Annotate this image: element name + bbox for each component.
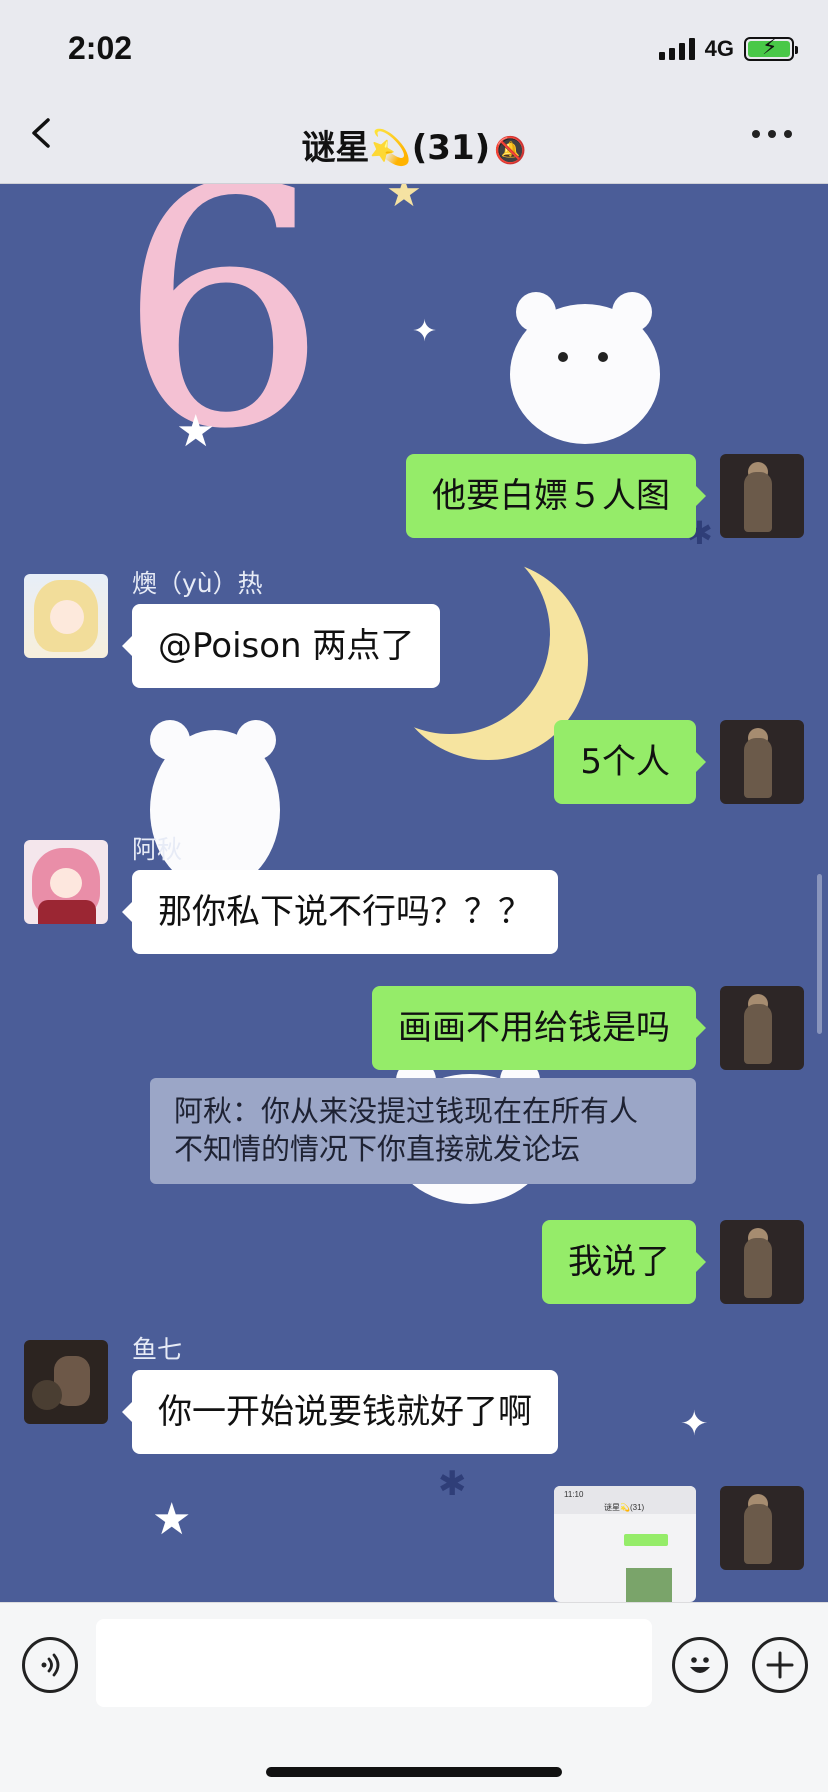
- message-bubble-incoming[interactable]: 你一开始说要钱就好了啊: [122, 1370, 558, 1454]
- message-bubble-outgoing[interactable]: 我说了: [542, 1220, 706, 1304]
- star-decoration: ★: [386, 184, 422, 216]
- message-input[interactable]: [96, 1619, 652, 1707]
- star-decoration: ★: [176, 406, 216, 457]
- quote-line: 阿秋：你从来没提过钱现在在所有人: [174, 1094, 639, 1128]
- home-indicator[interactable]: [266, 1767, 562, 1777]
- top-bar: 2:02 4G ⚡ 谜星💫(31) 🔕: [0, 0, 828, 184]
- sender-name: 阿秋: [132, 835, 183, 864]
- status-indicators: 4G ⚡: [658, 35, 798, 62]
- scrollbar[interactable]: [817, 874, 822, 1034]
- sender-name: 鱼七: [132, 1335, 183, 1364]
- status-time: 2:02: [68, 30, 133, 66]
- chat-title: 谜星💫(31) 🔕: [0, 120, 828, 169]
- background-number-decoration: 6: [118, 184, 328, 501]
- message-bubble-incoming[interactable]: 那你私下说不行吗？？？: [122, 870, 558, 954]
- avatar-self[interactable]: [720, 454, 804, 538]
- thumbnail-time: 11:10: [564, 1490, 584, 1499]
- sender-name: 燠（yù）热: [132, 569, 263, 598]
- star-decoration: ✦: [412, 314, 438, 349]
- message-bubble-outgoing[interactable]: 他要白嫖５人图: [406, 454, 706, 538]
- plus-icon[interactable]: [752, 1637, 808, 1693]
- bear-decoration: [150, 720, 280, 890]
- emoji-icon[interactable]: [672, 1637, 728, 1693]
- star-decoration: ✦: [680, 1404, 709, 1444]
- quote-line: 不知情的情况下你直接就发论坛: [174, 1132, 581, 1166]
- thumbnail-title: 谜星💫(31): [604, 1503, 645, 1512]
- input-bar: [0, 1602, 828, 1792]
- avatar-contact[interactable]: [24, 840, 108, 924]
- avatar-self[interactable]: [720, 986, 804, 1070]
- more-dots-icon[interactable]: [752, 130, 792, 138]
- bell-muted-icon: 🔕: [494, 136, 527, 166]
- image-message[interactable]: 11:10 谜星💫(31): [554, 1486, 696, 1602]
- avatar-self[interactable]: [720, 1486, 804, 1570]
- voice-icon[interactable]: [22, 1637, 78, 1693]
- avatar-contact[interactable]: [24, 1340, 108, 1424]
- avatar-self[interactable]: [720, 720, 804, 804]
- message-bubble-incoming[interactable]: @Poison 两点了: [121, 604, 441, 688]
- chat-area[interactable]: 6 ★ ✦ ★ ✱ ★ ✱ ✦ ★ 他要白嫖５人图 燠（yù）热 @Poison…: [0, 184, 828, 1602]
- star-decoration: ★: [152, 1494, 192, 1545]
- bear-decoration: [510, 292, 660, 444]
- message-bubble-outgoing[interactable]: 5个人: [554, 720, 706, 804]
- avatar-contact[interactable]: [24, 574, 108, 658]
- battery-icon: ⚡: [744, 35, 798, 61]
- network-label: 4G: [704, 36, 734, 61]
- star-decoration: ✱: [438, 1464, 467, 1504]
- signal-icon: [658, 38, 695, 60]
- message-bubble-outgoing[interactable]: 画画不用给钱是吗: [372, 986, 706, 1070]
- quoted-reply[interactable]: 阿秋：你从来没提过钱现在在所有人 不知情的情况下你直接就发论坛: [150, 1078, 696, 1184]
- chat-title-text: 谜星💫(31): [301, 128, 491, 168]
- avatar-self[interactable]: [720, 1220, 804, 1304]
